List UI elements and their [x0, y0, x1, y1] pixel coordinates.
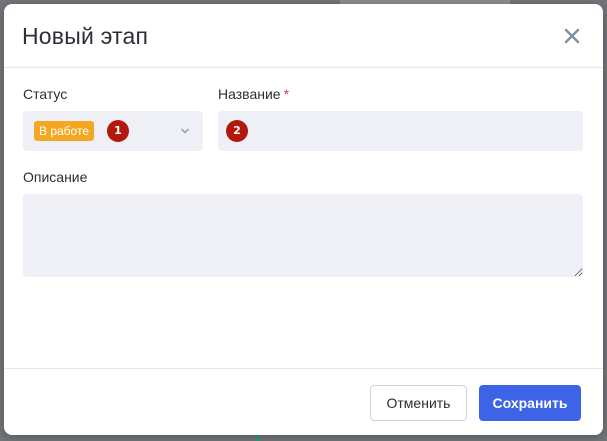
background-strip: [256, 435, 259, 441]
name-label: Название *: [218, 86, 289, 102]
chevron-down-icon: [181, 128, 189, 134]
status-label: Статус: [23, 86, 68, 102]
marker-badge-2: 2: [226, 120, 248, 142]
name-label-text: Название: [218, 86, 281, 102]
marker-badge-1: 1: [107, 120, 129, 142]
dialog-header: Новый этап: [4, 4, 603, 68]
name-input[interactable]: [218, 111, 583, 151]
status-badge: В работе: [34, 121, 95, 141]
close-icon: [564, 28, 580, 44]
dialog-footer: Отменить Сохранить: [4, 368, 603, 435]
required-asterisk: *: [283, 86, 290, 102]
cancel-button[interactable]: Отменить: [370, 385, 467, 421]
description-textarea[interactable]: [23, 194, 583, 277]
new-stage-dialog: Новый этап Статус В работе 1 Название * 2…: [4, 4, 603, 435]
dialog-title: Новый этап: [22, 23, 149, 49]
description-label: Описание: [23, 169, 88, 185]
close-button[interactable]: [560, 24, 584, 48]
status-select[interactable]: В работе 1: [23, 111, 203, 151]
save-button[interactable]: Сохранить: [479, 385, 581, 421]
